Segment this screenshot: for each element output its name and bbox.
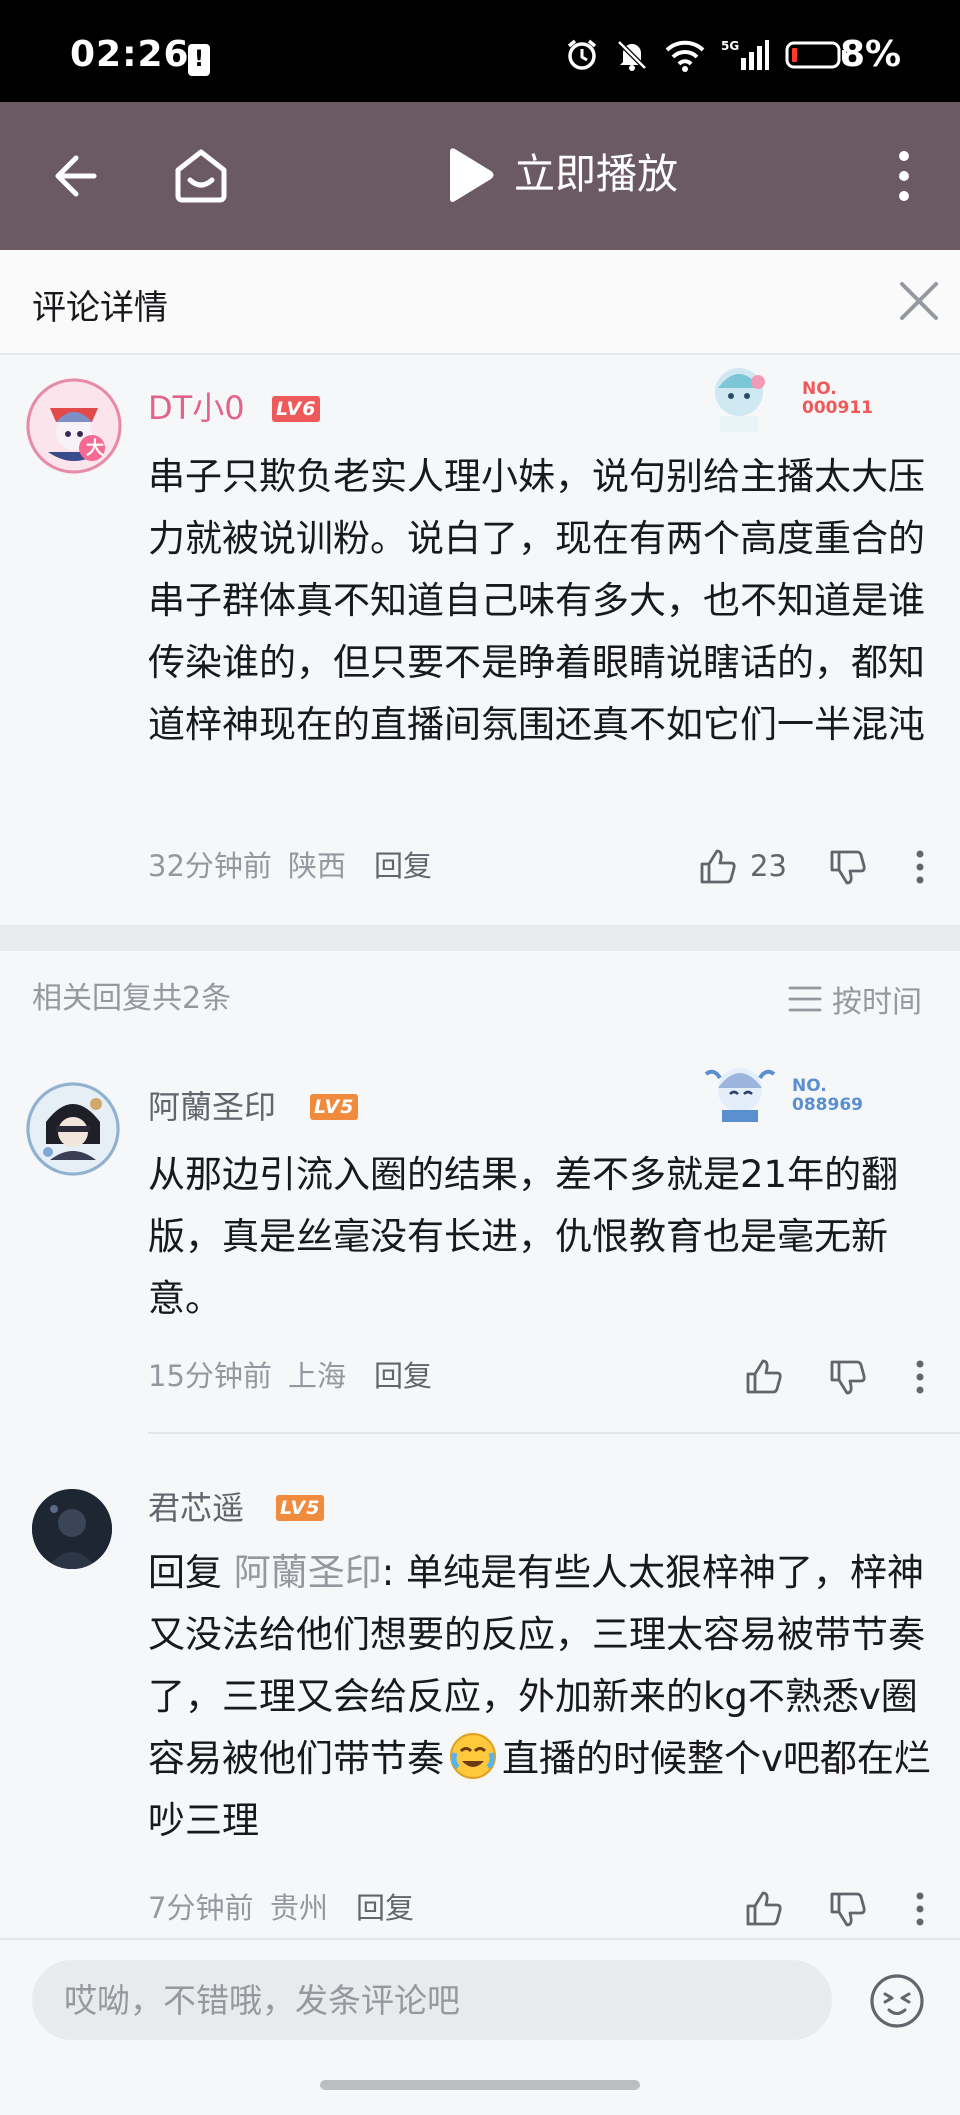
reply-button[interactable]: 回复 [374, 846, 432, 886]
mute-bell-icon [617, 40, 647, 71]
status-bar: 02:26 ! 5G 8% [0, 0, 960, 102]
avatar-image [32, 1489, 112, 1569]
level-badge: LV5 [310, 1094, 359, 1120]
reply-text: 从那边引流入圈的结果，差不多就是21年的翻版，真是丝毫没有长进，仇恨教育也是毫无… [148, 1153, 899, 1320]
reply-username[interactable]: 阿蘭圣印 [148, 1085, 276, 1129]
emoji-icon[interactable] [868, 1972, 926, 2030]
fan-number: 088969 [792, 1095, 863, 1115]
home-indicator[interactable] [320, 2080, 640, 2090]
mention-username[interactable]: 阿蘭圣印 [234, 1551, 382, 1594]
fan-number-label: NO. [792, 1076, 827, 1096]
more-options-icon[interactable] [914, 1359, 926, 1395]
avatar[interactable] [26, 1082, 120, 1176]
more-options-icon[interactable] [914, 849, 926, 885]
comment-username[interactable]: DT小0 [148, 386, 245, 430]
comment-location: 陕西 [288, 849, 347, 883]
sort-label: 按时间 [832, 985, 922, 1020]
like-icon[interactable] [698, 846, 738, 886]
dislike-icon[interactable] [828, 1358, 868, 1398]
crying-laugh-emoji-icon [450, 1733, 496, 1779]
signal-5g-icon: 5G [721, 39, 769, 70]
warning-icon: ! [188, 44, 210, 76]
level-badge: LV5 [276, 1495, 325, 1521]
play-icon[interactable] [442, 146, 496, 204]
reply-prefix: 回复 [148, 1551, 234, 1594]
fan-badge-icon [715, 368, 765, 432]
battery-icon [785, 41, 846, 69]
more-options-icon[interactable] [914, 1891, 926, 1927]
reply-text: 回复 阿蘭圣印: 单纯是有些人太狠梓神了，梓神又没法给他们想要的反应，三理太容易… [148, 1542, 938, 1852]
close-icon[interactable] [898, 280, 940, 322]
sort-by-time-button[interactable]: 按时间 [788, 978, 922, 1020]
replies-count: 相关回复共2条 [32, 981, 232, 1016]
reply-time: 7分钟前 [148, 1891, 254, 1925]
avatar[interactable]: 大 [26, 378, 122, 474]
more-vert-icon[interactable] [890, 148, 918, 204]
battery-percent: 8% [840, 34, 902, 75]
alarm-icon [567, 39, 597, 70]
level-badge: LV6 [272, 396, 321, 422]
section-divider [0, 925, 960, 951]
reply-location: 贵州 [270, 1891, 329, 1925]
like-count: 23 [750, 849, 787, 883]
avatar-rank-badge: 大 [86, 438, 104, 459]
fan-badge-icon [704, 1068, 776, 1122]
reply-username[interactable]: 君芯遥 [148, 1486, 244, 1530]
reply-button[interactable]: 回复 [356, 1888, 414, 1928]
reply-location: 上海 [288, 1359, 347, 1393]
reply-time: 15分钟前 [148, 1359, 272, 1393]
wifi-icon [665, 40, 705, 72]
sort-list-icon [788, 986, 822, 1012]
comment-detail-header: 评论详情 [0, 250, 960, 355]
status-time: 02:26 [70, 34, 190, 75]
status-icons: 5G [565, 38, 847, 72]
fan-number-label: NO. [802, 379, 837, 399]
play-now-label[interactable]: 立即播放 [514, 146, 678, 202]
fan-number: 000911 [802, 398, 873, 418]
like-icon[interactable] [744, 1356, 784, 1396]
top-bar: 立即播放 [0, 102, 960, 250]
back-arrow-icon[interactable] [46, 148, 102, 204]
dislike-icon[interactable] [828, 1890, 868, 1930]
reply-divider [148, 1432, 960, 1434]
svg-text:5G: 5G [721, 39, 739, 53]
avatar[interactable] [32, 1489, 112, 1569]
reply-button[interactable]: 回复 [374, 1356, 432, 1396]
dislike-icon[interactable] [828, 848, 868, 888]
avatar-image [26, 1082, 120, 1176]
like-icon[interactable] [744, 1888, 784, 1928]
comment-text: 串子只欺负老实人理小妹，说句别给主播太大压力就被说训粉。说白了，现在有两个高度重… [148, 455, 925, 746]
bottom-comment-bar [0, 1938, 960, 2115]
home-icon[interactable] [170, 144, 232, 206]
comment-input[interactable] [32, 1960, 832, 2040]
comment-time: 32分钟前 [148, 849, 272, 883]
comment-detail-title: 评论详情 [32, 288, 168, 328]
